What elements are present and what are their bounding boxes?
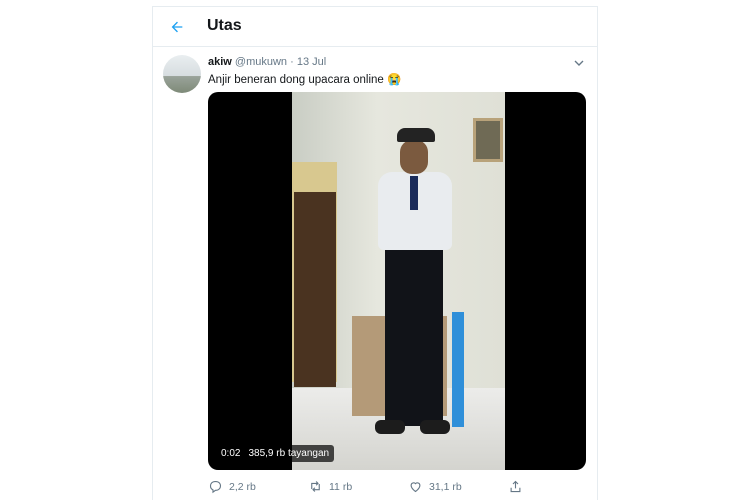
- retweet-icon: [311, 481, 320, 492]
- tweet-date[interactable]: 13 Jul: [297, 56, 326, 68]
- video-player[interactable]: 0:02 385,9 rb tayangan: [208, 92, 586, 470]
- display-name[interactable]: akiw: [208, 56, 232, 68]
- timeline-column: Utas akiw @mukuwn · 13 Jul Anjir beneran…: [152, 6, 598, 500]
- tweet-text: Anjir beneran dong upacara online 😭: [208, 74, 402, 86]
- share-icon: [510, 480, 521, 493]
- chevron-down-icon: [574, 60, 584, 66]
- meta-separator: ·: [290, 56, 294, 68]
- like-button[interactable]: 31,1 rb: [408, 479, 462, 494]
- retweet-button[interactable]: 11 rb: [308, 479, 352, 494]
- thread-header: Utas: [153, 7, 597, 47]
- video-views: 385,9 rb tayangan: [248, 448, 330, 459]
- tweet-header: akiw @mukuwn · 13 Jul: [208, 56, 326, 68]
- tweet-actions: 2,2 rb 11 rb 31,1 rb: [208, 479, 583, 499]
- like-count: 31,1 rb: [429, 480, 462, 493]
- heart-icon: [410, 482, 421, 493]
- reply-count: 2,2 rb: [229, 480, 256, 493]
- avatar[interactable]: [163, 55, 201, 93]
- page-title: Utas: [207, 17, 242, 34]
- arrow-left-icon: [171, 21, 183, 33]
- back-button[interactable]: [165, 15, 189, 39]
- reply-button[interactable]: 2,2 rb: [208, 479, 256, 494]
- reply-icon: [209, 480, 222, 494]
- tweet-menu-button[interactable]: [571, 55, 587, 71]
- video-time: 0:02: [221, 448, 241, 459]
- user-handle[interactable]: @mukuwn: [235, 56, 287, 68]
- share-button[interactable]: [508, 479, 523, 494]
- retweet-count: 11 rb: [329, 480, 353, 493]
- video-frame: [292, 92, 505, 470]
- video-info-badge: 0:02 385,9 rb tayangan: [216, 445, 335, 462]
